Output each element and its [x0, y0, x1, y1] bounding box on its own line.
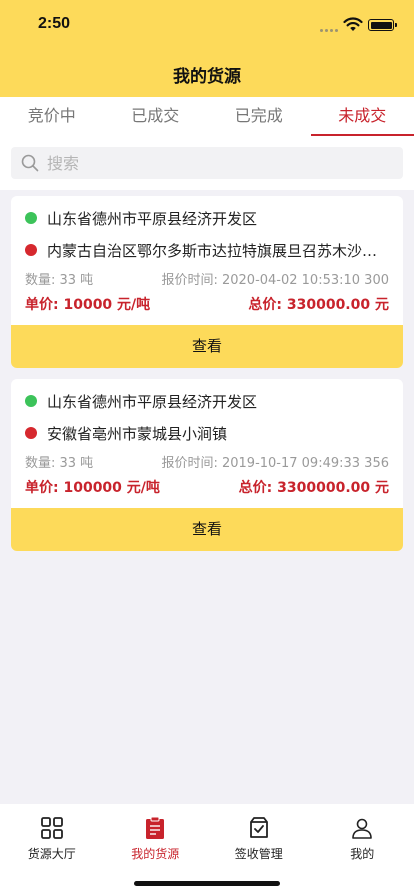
- signal-icon: [320, 26, 340, 32]
- origin-dot-icon: [25, 212, 37, 224]
- tab-label: 货源大厅: [27, 847, 76, 861]
- destination-address: 安徽省亳州市蒙城县小涧镇: [47, 424, 228, 443]
- view-button[interactable]: 查看: [11, 508, 403, 551]
- unit-price: 单价: 100000 元/吨: [25, 480, 160, 496]
- tab-bidding[interactable]: 竞价中: [0, 97, 104, 136]
- quantity: 数量: 33 吨: [25, 456, 94, 471]
- origin-dot-icon: [25, 395, 37, 407]
- status-bar: 2:50: [0, 0, 414, 44]
- meta-row: 数量: 33 吨 报价时间: 2020-04-02 10:53:10 300: [25, 269, 389, 288]
- unit-price: 单价: 10000 元/吨: [25, 297, 151, 313]
- grid-icon: [40, 817, 63, 839]
- search-input[interactable]: [47, 147, 387, 179]
- total-price: 总价: 330000.00 元: [248, 297, 389, 313]
- cargo-card: 山东省德州市平原县经济开发区 内蒙古自治区鄂尔多斯市达拉特旗展旦召苏木沙… 数量…: [11, 196, 403, 368]
- destination-row: 内蒙古自治区鄂尔多斯市达拉特旗展旦召苏木沙…: [25, 239, 389, 261]
- tab-label: 我的: [350, 847, 375, 861]
- tab-mine[interactable]: 我的: [311, 804, 414, 896]
- user-icon: [352, 818, 373, 839]
- origin-address: 山东省德州市平原县经济开发区: [47, 209, 258, 228]
- destination-address: 内蒙古自治区鄂尔多斯市达拉特旗展旦召苏木沙…: [47, 241, 378, 260]
- price-row: 单价: 10000 元/吨 总价: 330000.00 元: [25, 289, 389, 319]
- search-icon: [21, 154, 39, 172]
- tab-completed[interactable]: 已完成: [207, 97, 311, 136]
- quote-time: 报价时间: 2020-04-02 10:53:10 300: [161, 273, 389, 288]
- quantity: 数量: 33 吨: [25, 273, 94, 288]
- tab-cargo-hall[interactable]: 货源大厅: [0, 804, 104, 896]
- clipboard-icon: [146, 816, 165, 839]
- page-title: 我的货源: [173, 67, 241, 87]
- tab-dealt[interactable]: 已成交: [104, 97, 208, 136]
- meta-row: 数量: 33 吨 报价时间: 2019-10-17 09:49:33 356: [25, 452, 389, 471]
- cargo-list: 山东省德州市平原县经济开发区 内蒙古自治区鄂尔多斯市达拉特旗展旦召苏木沙… 数量…: [11, 196, 403, 562]
- destination-row: 安徽省亳州市蒙城县小涧镇: [25, 422, 389, 444]
- home-indicator: [134, 881, 280, 886]
- quote-time: 报价时间: 2019-10-17 09:49:33 356: [161, 456, 389, 471]
- price-row: 单价: 100000 元/吨 总价: 3300000.00 元: [25, 472, 389, 502]
- checked-box-icon: [249, 817, 268, 838]
- destination-dot-icon: [25, 427, 37, 439]
- status-tabs: 竞价中 已成交 已完成 未成交: [0, 97, 414, 136]
- origin-row: 山东省德州市平原县经济开发区: [25, 390, 389, 412]
- battery-icon: [368, 19, 397, 31]
- total-price: 总价: 3300000.00 元: [238, 480, 389, 496]
- destination-dot-icon: [25, 244, 37, 256]
- nav-bar: 我的货源: [0, 44, 414, 97]
- tab-label: 我的货源: [131, 847, 180, 861]
- view-button[interactable]: 查看: [11, 325, 403, 368]
- status-time: 2:50: [38, 15, 71, 32]
- origin-row: 山东省德州市平原县经济开发区: [25, 207, 389, 229]
- tab-not-dealt[interactable]: 未成交: [310, 97, 414, 136]
- search-bar: [0, 136, 414, 190]
- search-box[interactable]: [11, 147, 403, 179]
- origin-address: 山东省德州市平原县经济开发区: [47, 392, 258, 411]
- cargo-card: 山东省德州市平原县经济开发区 安徽省亳州市蒙城县小涧镇 数量: 33 吨 报价时…: [11, 379, 403, 551]
- tab-label: 签收管理: [234, 847, 283, 861]
- wifi-icon: [343, 17, 363, 31]
